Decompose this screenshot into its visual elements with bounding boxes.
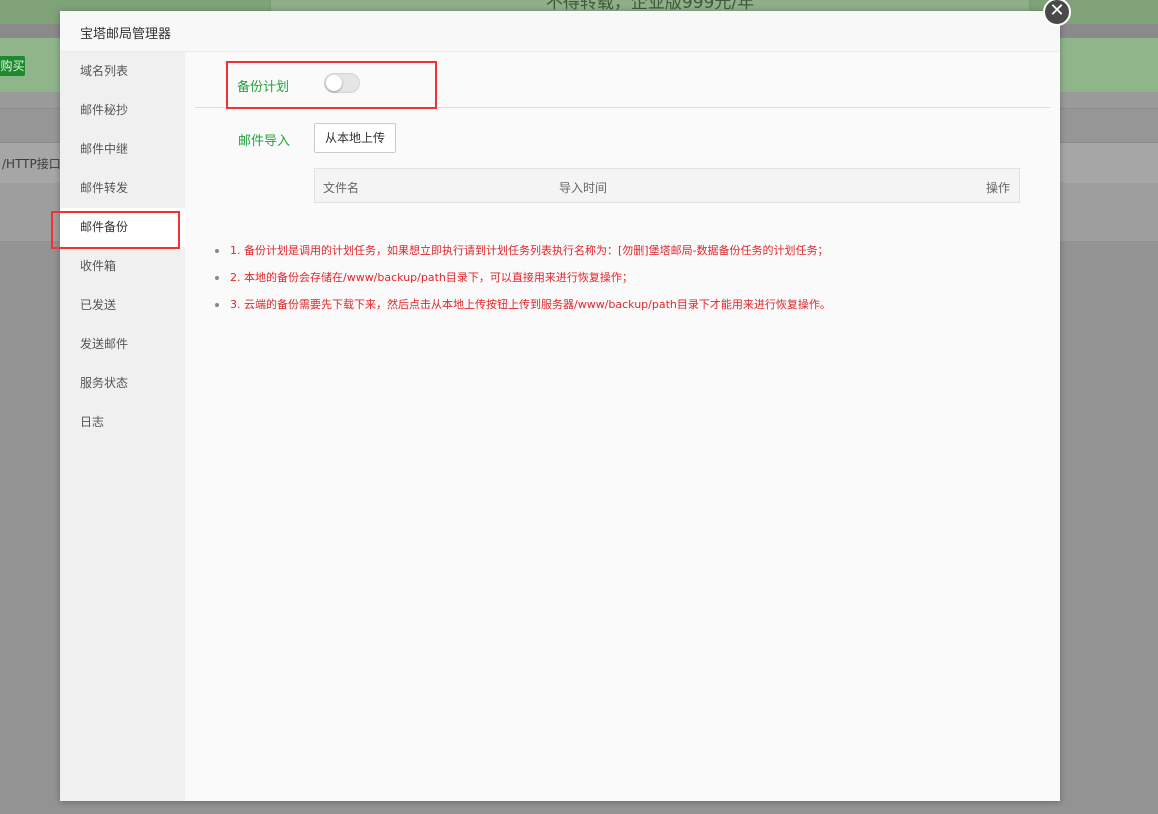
sidebar-item-inbox[interactable]: 收件箱 xyxy=(60,247,185,286)
sidebar: 域名列表 邮件秘抄 邮件中继 邮件转发 邮件备份 收件箱 已发送 发送邮件 服务… xyxy=(51,52,185,801)
mail-import-label: 邮件导入 xyxy=(238,134,291,149)
sidebar-item-label: 已发送 xyxy=(80,298,117,312)
sidebar-item-label: 服务状态 xyxy=(80,376,129,390)
modal-header: 宝塔邮局管理器 xyxy=(60,11,1060,52)
bg-http-label: /HTTP接口 xyxy=(2,157,61,171)
column-header-import-time[interactable]: 导入时间 xyxy=(559,179,607,196)
sidebar-item-mail-bcc[interactable]: 邮件秘抄 xyxy=(60,91,185,130)
modal-title: 宝塔邮局管理器 xyxy=(80,27,172,42)
sidebar-item-mail-forward[interactable]: 邮件转发 xyxy=(60,169,185,208)
sidebar-item-label: 邮件备份 xyxy=(80,220,129,234)
sidebar-item-send-mail[interactable]: 发送邮件 xyxy=(60,325,185,364)
sidebar-item-label: 日志 xyxy=(80,415,105,429)
sidebar-item-domain-list[interactable]: 域名列表 xyxy=(60,52,185,91)
mail-manager-modal: 宝塔邮局管理器 域名列表 邮件秘抄 邮件中继 邮件转发 邮件备份 收件箱 已发送… xyxy=(51,11,1060,801)
backup-notes-list: 1. 备份计划是调用的计划任务，如果想立即执行请到计划任务列表执行名称为：[勿删… xyxy=(213,243,831,324)
import-table-header: 文件名 导入时间 操作 xyxy=(314,168,1020,203)
note-item: 2. 本地的备份会存储在/www/backup/path目录下，可以直接用来进行… xyxy=(213,270,831,297)
backup-panel: 备份计划 邮件导入 从本地上传 文件名 导入时间 操作 1. 备份计划是调用的计… xyxy=(185,52,1060,801)
column-header-action: 操作 xyxy=(985,181,1010,195)
sidebar-item-mail-relay[interactable]: 邮件中继 xyxy=(60,130,185,169)
sidebar-item-label: 邮件秘抄 xyxy=(80,103,129,117)
sidebar-item-service-status[interactable]: 服务状态 xyxy=(60,364,185,403)
sidebar-item-label: 邮件中继 xyxy=(80,142,129,156)
column-header-file-name[interactable]: 文件名 xyxy=(323,179,359,196)
sidebar-item-label: 域名列表 xyxy=(80,64,129,78)
sidebar-item-label: 邮件转发 xyxy=(80,181,129,195)
backup-plan-label: 备份计划 xyxy=(237,80,290,95)
sidebar-item-label: 发送邮件 xyxy=(80,337,129,351)
note-item: 3. 云端的备份需要先下载下来，然后点击从本地上传按钮上传到服务器/www/ba… xyxy=(213,297,831,324)
sidebar-item-sent[interactable]: 已发送 xyxy=(60,286,185,325)
note-item: 1. 备份计划是调用的计划任务，如果想立即执行请到计划任务列表执行名称为：[勿删… xyxy=(213,243,831,270)
backup-plan-row: 备份计划 xyxy=(195,52,1050,109)
sidebar-item-label: 收件箱 xyxy=(80,259,117,273)
sidebar-item-mail-backup[interactable]: 邮件备份 xyxy=(60,208,185,247)
backup-plan-toggle[interactable] xyxy=(324,73,360,93)
sidebar-item-log[interactable]: 日志 xyxy=(60,403,185,442)
bg-buy-button: 购买 xyxy=(0,56,25,76)
toggle-knob xyxy=(326,75,342,91)
upload-local-button[interactable]: 从本地上传 xyxy=(314,123,396,153)
